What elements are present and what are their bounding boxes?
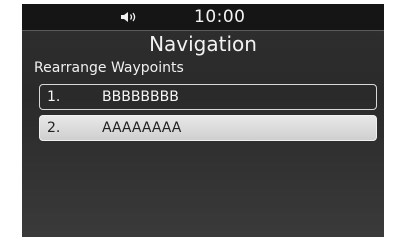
waypoint-number: 1. [47, 89, 61, 105]
page-title: Navigation [149, 32, 257, 56]
status-bar: 10:00 [22, 4, 384, 31]
waypoint-list: 1. BBBBBBBB 2. AAAAAAAA [39, 84, 379, 146]
navigation-screen: 10:00 Navigation Rearrange Waypoints 1. … [22, 4, 384, 237]
clock: 10:00 [194, 7, 246, 27]
waypoint-name: AAAAAAAA [102, 120, 182, 136]
waypoint-number: 2. [47, 120, 61, 136]
waypoint-name: BBBBBBBB [102, 89, 179, 105]
page-subtitle: Rearrange Waypoints [34, 60, 184, 76]
waypoint-row-1[interactable]: 1. BBBBBBBB [39, 84, 377, 110]
speaker-volume-icon [121, 12, 136, 22]
waypoint-row-2[interactable]: 2. AAAAAAAA [39, 115, 377, 141]
